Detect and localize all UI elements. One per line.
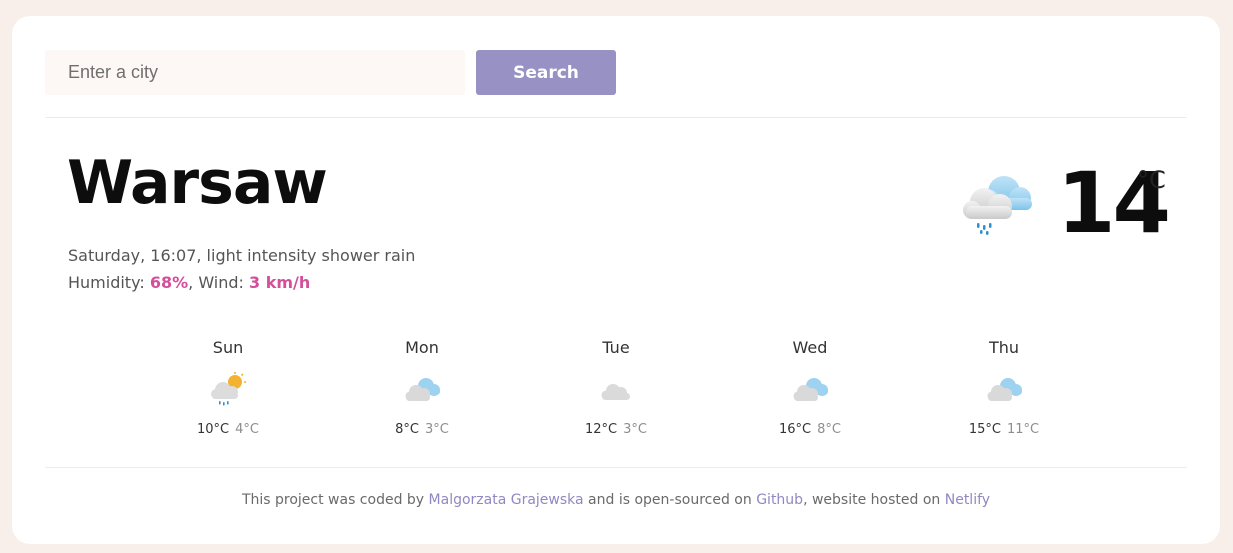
forecast-day: Sun 10°C 4°C — [148, 338, 308, 437]
forecast-min: 3°C — [425, 422, 449, 437]
footer-text: This project was coded by — [241, 492, 429, 508]
city-name: Warsaw — [67, 148, 328, 218]
humidity-wind-line: Humidity: 68%, Wind: 3 km/h — [68, 269, 415, 296]
wind-label: , Wind: — [188, 273, 250, 292]
forecast-day-name: Wed — [792, 338, 828, 357]
forecast-temps: 10°C 4°C — [148, 422, 308, 437]
forecast-temps: 15°C 11°C — [924, 422, 1084, 437]
forecast-max: 10°C — [197, 422, 230, 437]
netlify-link[interactable]: Netlify — [945, 492, 990, 508]
forecast-day-name: Sun — [212, 338, 244, 357]
footer-text: and is open-sourced on — [583, 492, 757, 508]
forecast-day: Mon 8°C 3°C — [342, 338, 502, 437]
top-divider — [45, 117, 1187, 118]
forecast-row: Sun 10°C 4°C Mon 8°C 3°C Tue 12°C 3°C We… — [130, 338, 1100, 448]
forecast-temps: 12°C 3°C — [536, 422, 696, 437]
weather-card: Search Warsaw Saturday, 16:07, light int… — [12, 16, 1220, 544]
forecast-max: 15°C — [968, 422, 1001, 437]
bottom-divider — [45, 467, 1187, 468]
forecast-day-name: Mon — [405, 338, 439, 357]
broken-clouds-icon — [793, 378, 828, 401]
forecast-day: Wed 16°C 8°C — [730, 338, 890, 437]
current-details: Saturday, 16:07, light intensity shower … — [68, 242, 415, 296]
forecast-min: 3°C — [623, 422, 647, 437]
temperature-unit-toggle[interactable]: °C — [1137, 166, 1166, 194]
scattered-clouds-icon — [601, 384, 630, 400]
forecast-temps: 16°C 8°C — [730, 422, 890, 437]
forecast-day: Thu 15°C 11°C — [924, 338, 1084, 437]
forecast-max: 16°C — [779, 422, 812, 437]
humidity-value: 68% — [149, 273, 189, 292]
wind-value: 3 km/h — [249, 273, 311, 292]
shower-rain-icon — [963, 176, 1032, 235]
forecast-max: 8°C — [395, 422, 419, 437]
sun-cloud-rain-icon — [211, 372, 246, 406]
author-link[interactable]: Malgorzata Grajewska — [429, 492, 584, 508]
forecast-min: 4°C — [235, 422, 259, 437]
forecast-day-name: Thu — [988, 338, 1020, 357]
forecast-day: Tue 12°C 3°C — [536, 338, 696, 437]
weather-description: Saturday, 16:07, light intensity shower … — [68, 246, 416, 265]
forecast-max: 12°C — [585, 422, 618, 437]
footer-text: , website hosted on — [803, 492, 945, 508]
footer: This project was coded by Malgorzata Gra… — [12, 492, 1220, 508]
forecast-min: 8°C — [817, 422, 841, 437]
search-button[interactable]: Search — [476, 50, 616, 95]
humidity-label: Humidity: — [68, 273, 150, 292]
forecast-day-name: Tue — [602, 338, 630, 357]
forecast-temps: 8°C 3°C — [342, 422, 502, 437]
forecast-min: 11°C — [1007, 422, 1040, 437]
broken-clouds-icon — [405, 378, 440, 401]
city-search-input[interactable] — [45, 50, 465, 95]
github-link[interactable]: Github — [756, 492, 803, 508]
broken-clouds-icon — [987, 378, 1022, 401]
